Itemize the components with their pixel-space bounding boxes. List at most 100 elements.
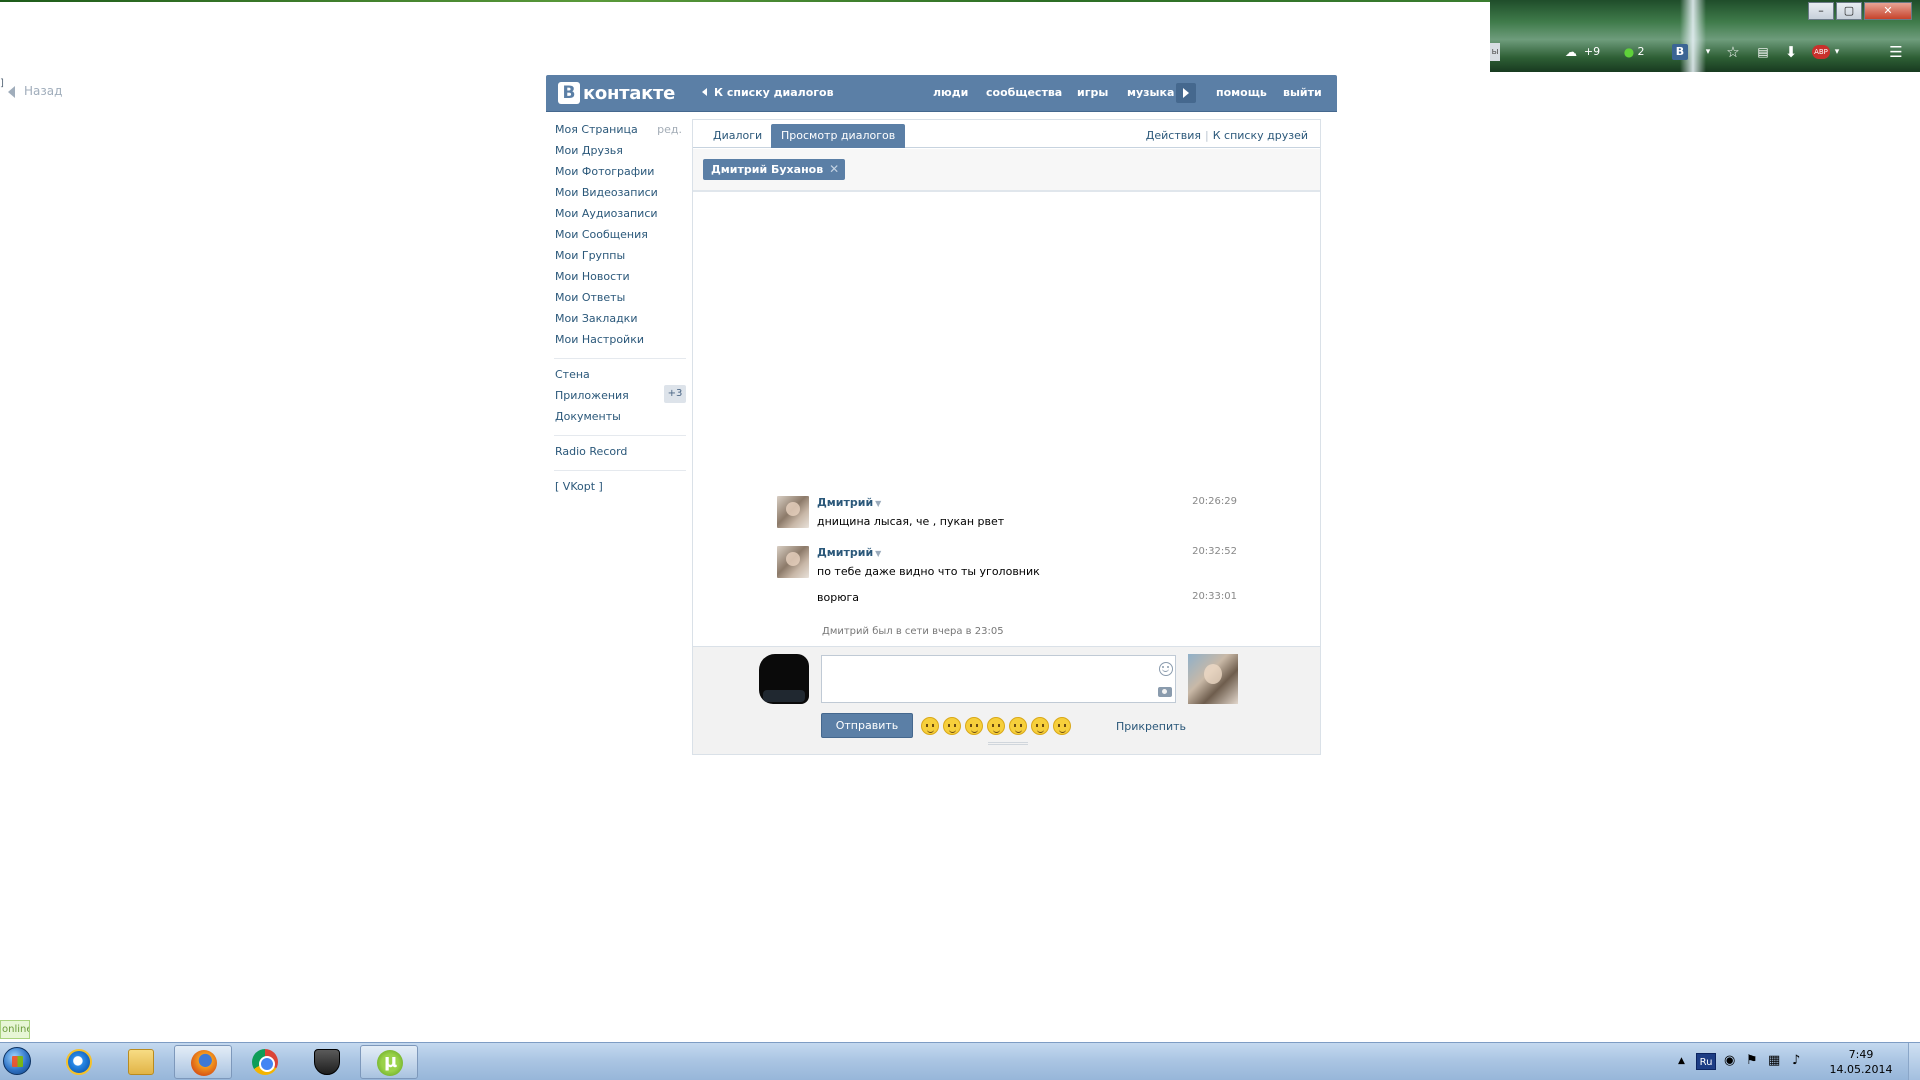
- message-item: 20:33:01 ворюга: [777, 591, 1237, 607]
- adblock-icon[interactable]: ABP: [1812, 45, 1830, 59]
- star-icon[interactable]: ☆: [1724, 43, 1742, 61]
- tab-dialogs[interactable]: Диалоги: [703, 124, 772, 148]
- start-button[interactable]: [0, 1043, 34, 1080]
- message-author-label: Дмитрий: [817, 496, 874, 509]
- menu-documents[interactable]: Документы: [554, 408, 686, 429]
- nav-help[interactable]: помощь: [1216, 86, 1267, 99]
- vk-logo[interactable]: В контакте: [558, 81, 675, 105]
- show-desktop-button[interactable]: [1908, 1043, 1920, 1080]
- emoji-grin-icon[interactable]: [965, 717, 983, 735]
- network-icon[interactable]: ▦: [1768, 1053, 1780, 1068]
- message-text: ворюга: [817, 591, 859, 604]
- menu-my-audio[interactable]: Мои Аудиозаписи: [554, 205, 686, 226]
- emoji-blush-icon[interactable]: [1053, 717, 1071, 735]
- vk-extension-icon[interactable]: В: [1672, 44, 1688, 60]
- emoji-smile-icon[interactable]: [1009, 717, 1027, 735]
- message-composer: Отправить Прикрепить: [693, 646, 1320, 754]
- actions-link[interactable]: Действия: [1146, 129, 1201, 142]
- download-icon[interactable]: ⬇: [1782, 43, 1800, 61]
- avatar[interactable]: [777, 496, 809, 528]
- volume-icon[interactable]: ♪: [1792, 1053, 1800, 1068]
- shield-icon[interactable]: ◉: [1724, 1053, 1735, 1068]
- message-input[interactable]: [821, 655, 1176, 703]
- back-link[interactable]: Назад: [8, 84, 62, 98]
- adblock-menu-chevron-icon[interactable]: ▾: [1832, 43, 1842, 61]
- language-indicator[interactable]: Ru: [1696, 1053, 1716, 1070]
- world-of-tanks-icon: [314, 1049, 340, 1075]
- taskbar-utorrent[interactable]: [360, 1045, 418, 1079]
- menu-hamburger-icon[interactable]: ☰: [1885, 43, 1907, 61]
- menu-apps-label: Приложения: [555, 389, 629, 402]
- menu-my-friends[interactable]: Мои Друзья: [554, 142, 686, 163]
- message-time: 20:32:52: [1192, 546, 1237, 557]
- menu-my-settings[interactable]: Мои Настройки: [554, 331, 686, 352]
- nav-games[interactable]: игры: [1077, 86, 1108, 99]
- dialog-panel: Диалоги Просмотр диалогов Действия | К спи…: [692, 119, 1321, 755]
- menu-my-photos[interactable]: Мои Фотографии: [554, 163, 686, 184]
- menu-my-videos[interactable]: Мои Видеозаписи: [554, 184, 686, 205]
- menu-apps[interactable]: Приложения +3: [554, 385, 686, 408]
- clock[interactable]: 7:49 14.05.2014: [1826, 1047, 1896, 1077]
- clipboard-icon[interactable]: ▤: [1754, 43, 1772, 61]
- emoji-tongue-icon[interactable]: [921, 717, 939, 735]
- menu-my-answers[interactable]: Мои Ответы: [554, 289, 686, 310]
- menu-my-news[interactable]: Мои Новости: [554, 268, 686, 289]
- my-avatar[interactable]: [759, 654, 809, 704]
- menu-radio-record[interactable]: Radio Record: [554, 443, 686, 464]
- tab-view-dialogs[interactable]: Просмотр диалогов: [771, 124, 906, 148]
- minimize-button[interactable]: –: [1808, 2, 1834, 20]
- menu-my-groups[interactable]: Мои Группы: [554, 247, 686, 268]
- send-button[interactable]: Отправить: [821, 713, 913, 738]
- nav-people[interactable]: люди: [933, 86, 968, 99]
- menu-my-messages[interactable]: Мои Сообщения: [554, 226, 686, 247]
- smile-icon[interactable]: [1159, 662, 1173, 676]
- music-play-button[interactable]: [1176, 83, 1196, 103]
- green-dot-icon[interactable]: ●: [1622, 43, 1636, 61]
- green-badge-count: 2: [1637, 45, 1645, 58]
- maximize-button[interactable]: ▢: [1836, 2, 1862, 20]
- menu-edit-link[interactable]: ред.: [657, 121, 682, 138]
- cloud-icon[interactable]: ☁: [1562, 43, 1580, 61]
- back-label: Назад: [24, 84, 63, 98]
- message-item: Дмитрий ▼ 20:32:52 по тебе даже видно что…: [777, 546, 1237, 580]
- emoji-expand-handle[interactable]: [988, 742, 1028, 745]
- author-dropdown-icon[interactable]: ▼: [875, 549, 881, 558]
- nav-logout[interactable]: выйти: [1283, 86, 1322, 99]
- avatar[interactable]: [777, 546, 809, 578]
- taskbar-explorer[interactable]: [112, 1045, 170, 1079]
- browser-toolbar: ы ☁ +9 ● 2 В ▾ ☆ ▤ ⬇ ABP ▾ ☰: [1490, 40, 1920, 64]
- menu-vkopt[interactable]: [ VKopt ]: [554, 478, 686, 499]
- emoji-angry-icon[interactable]: [943, 717, 961, 735]
- taskbar-ie[interactable]: [50, 1045, 108, 1079]
- participants-bar: Дмитрий Буханов ✕: [693, 149, 1320, 192]
- menu-wall[interactable]: Стена: [554, 366, 686, 387]
- taskbar-firefox[interactable]: [174, 1045, 232, 1079]
- back-to-dialogs-label: К списку диалогов: [714, 86, 834, 99]
- menu-my-page[interactable]: Моя Страница ред.: [554, 121, 686, 142]
- chevron-down-icon[interactable]: ▾: [1702, 43, 1714, 61]
- left-menu: Моя Страница ред. Мои Друзья Мои Фотограф…: [554, 121, 686, 499]
- taskbar-chrome[interactable]: [236, 1045, 294, 1079]
- apps-count-badge: +3: [664, 385, 686, 403]
- author-dropdown-icon[interactable]: ▼: [875, 499, 881, 508]
- flag-icon[interactable]: ⚑: [1746, 1053, 1758, 1068]
- tray-expand-icon[interactable]: ▲: [1678, 1056, 1685, 1068]
- message-author[interactable]: Дмитрий ▼: [817, 546, 881, 559]
- nav-communities[interactable]: сообщества: [986, 86, 1062, 99]
- address-bar-stub[interactable]: ы: [1490, 43, 1500, 61]
- emoji-wink-icon[interactable]: [987, 717, 1005, 735]
- taskbar-world-of-tanks[interactable]: [298, 1045, 356, 1079]
- participant-chip[interactable]: Дмитрий Буханов ✕: [703, 159, 846, 180]
- attach-link[interactable]: Прикрепить: [1116, 720, 1186, 733]
- camera-icon[interactable]: [1158, 687, 1172, 697]
- close-icon[interactable]: ✕: [829, 159, 839, 180]
- emoji-surprised-icon[interactable]: [1031, 717, 1049, 735]
- back-to-dialogs-link[interactable]: К списку диалогов: [702, 86, 834, 99]
- nav-music[interactable]: музыка: [1127, 86, 1174, 99]
- message-author[interactable]: Дмитрий ▼: [817, 496, 881, 509]
- menu-my-bookmarks[interactable]: Мои Закладки: [554, 310, 686, 331]
- friends-list-link[interactable]: К списку друзей: [1213, 129, 1308, 142]
- close-window-button[interactable]: ✕: [1864, 2, 1912, 20]
- emoji-row: [921, 717, 1071, 735]
- friend-avatar[interactable]: [1188, 654, 1238, 704]
